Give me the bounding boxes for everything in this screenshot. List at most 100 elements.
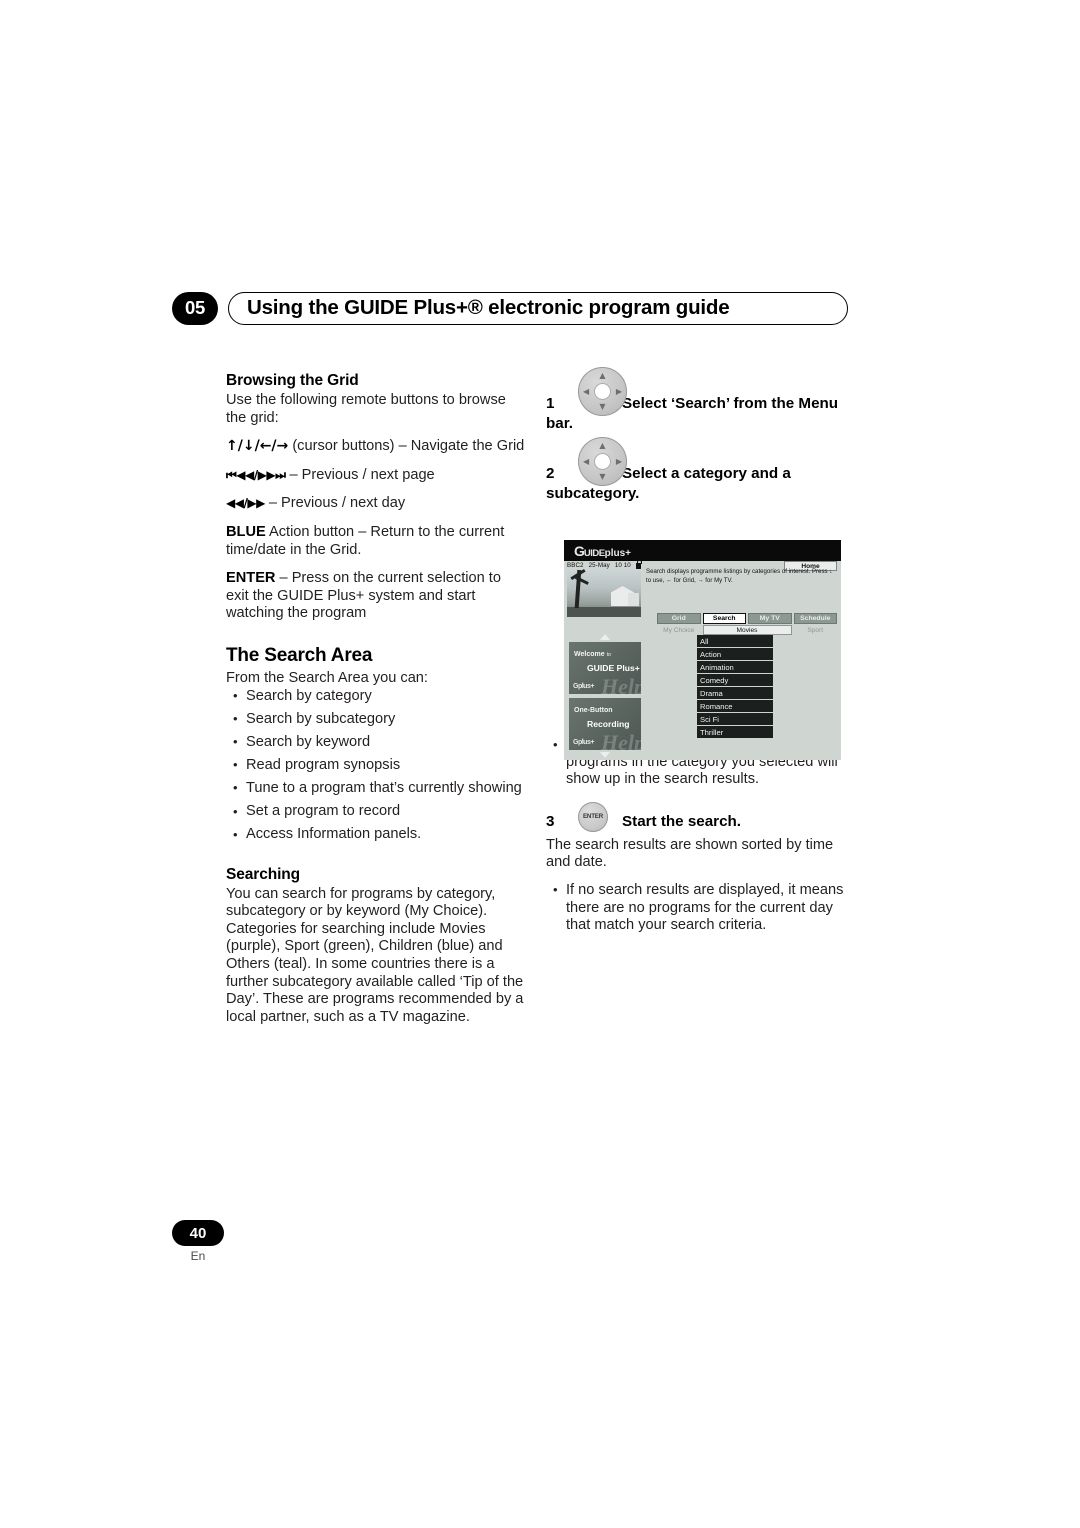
subtab-my-choice[interactable]: My Choice <box>657 625 701 635</box>
promo-logo: Gplus+ <box>573 739 594 746</box>
tv-channel-name: BBC2 <box>567 562 584 569</box>
logo-plus: plus+ <box>604 547 631 559</box>
arrow-left-icon: ◀ <box>583 456 590 466</box>
page-header: 05 Using the GUIDE Plus+® electronic pro… <box>172 291 848 325</box>
tv-menu-bar: Grid Search My TV Schedule <box>657 613 837 624</box>
promo-line-1: One-Button <box>574 707 613 714</box>
left-column: Browsing the Grid Use the following remo… <box>226 372 526 1037</box>
step-2-number: 2 <box>546 465 555 482</box>
tv-date: 25-May <box>588 562 610 569</box>
promo-panel-welcome[interactable]: Help Welcome to GUIDE Plus+ Gplus+ <box>569 642 641 694</box>
promo-line-1-small: to <box>606 652 612 658</box>
panel-scroll-down-icon[interactable] <box>600 752 610 758</box>
skip-prev-next-icon: ⏮◀◀/▶▶⏭ <box>226 467 286 482</box>
logo-uide: UIDE <box>583 547 605 559</box>
promo-line-2: Recording <box>587 719 630 729</box>
promo-line-1-main: Welcome <box>574 651 605 658</box>
tv-screenshot-figure: G UIDE plus+ BBC2 25-May 10 10 Home Search… <box>564 540 841 760</box>
step-3-text: Start the search. <box>622 812 742 830</box>
thumbnail-building-side <box>628 593 639 606</box>
search-area-bullet-list: Search by category Search by subcategory… <box>226 687 526 844</box>
prev-next-day-text: – Previous / next day <box>264 495 406 512</box>
step-1: ▲ ▼ ◀ ▶ 1 Select ‘Search’ from the Menu b… <box>546 367 850 432</box>
guide-plus-logo: G UIDE plus+ <box>574 543 631 559</box>
tv-preview-thumbnail <box>567 569 641 617</box>
blue-button-text: Action button – Return to the current ti… <box>226 523 505 558</box>
promo-panel-one-button-recording[interactable]: Help One-Button Recording Gplus+ <box>569 698 641 750</box>
promo-ghost-text: Help <box>601 674 641 694</box>
tv-category-list: All Action Animation Comedy Drama Romanc… <box>697 635 773 739</box>
tv-time: 10 10 <box>614 562 631 569</box>
page-number-badge: 40 <box>172 1220 224 1246</box>
tab-search[interactable]: Search <box>702 613 746 624</box>
prev-next-page-text: – Previous / next page <box>285 466 435 483</box>
tab-schedule[interactable]: Schedule <box>793 613 837 624</box>
tv-channel-info: BBC2 25-May 10 10 <box>567 559 642 569</box>
list-item: Search by keyword <box>226 733 526 752</box>
enter-key-label: ENTER <box>583 813 603 821</box>
arrow-left-icon: ◀ <box>583 386 590 396</box>
list-item: Tune to a program that’s currently showi… <box>226 779 526 798</box>
arrow-right-icon: ▶ <box>615 386 622 396</box>
cursor-buttons-line: ↑/↓/←/→ (cursor buttons) – Navigate the … <box>226 438 526 456</box>
promo-logo: Gplus+ <box>573 683 594 690</box>
chapter-number-badge: 05 <box>172 291 218 325</box>
subtab-sport[interactable]: Sport <box>794 625 838 635</box>
browsing-intro-text: Use the following remote buttons to brow… <box>226 392 506 426</box>
enter-key-icon: ENTER <box>578 801 608 832</box>
header-title-pill: Using the GUIDE Plus+® electronic progra… <box>228 291 848 325</box>
list-item: Set a program to record <box>226 803 526 821</box>
blue-button-line: BLUE Action button – Return to the curre… <box>226 524 526 559</box>
category-item-romance[interactable]: Romance <box>697 700 773 713</box>
heading-searching: Searching <box>226 865 301 883</box>
enter-button-line: ENTER – Press on the current selection t… <box>226 570 526 623</box>
heading-the-search-area: The Search Area <box>226 644 373 666</box>
page-footer: 40 En <box>172 1220 292 1263</box>
list-item: Search by category <box>226 687 526 706</box>
category-item-action[interactable]: Action <box>697 648 773 661</box>
category-item-drama[interactable]: Drama <box>697 687 773 700</box>
category-item-animation[interactable]: Animation <box>697 661 773 674</box>
rewind-forward-icon: ◀◀/▶▶ <box>226 496 265 511</box>
tv-subcategory-bar: My Choice Movies Sport <box>657 625 837 635</box>
thumbnail-ground <box>567 607 641 617</box>
category-item-thriller[interactable]: Thriller <box>697 726 773 739</box>
panel-scroll-up-icon[interactable] <box>600 634 610 640</box>
tab-my-tv[interactable]: My TV <box>748 613 792 624</box>
arrow-down-icon: ▼ <box>599 472 606 481</box>
page-language-label: En <box>190 1249 206 1263</box>
prev-next-day-line: ◀◀/▶▶ – Previous / next day <box>226 495 526 513</box>
document-page: 05 Using the GUIDE Plus+® electronic pro… <box>0 0 1080 1528</box>
promo-line-2: GUIDE Plus+ <box>587 663 640 673</box>
logo-g: G <box>574 542 585 559</box>
category-item-all[interactable]: All <box>697 635 773 648</box>
no-results-note-list: If no search results are displayed, it m… <box>546 881 850 935</box>
lock-icon <box>635 559 642 569</box>
list-item: Search by subcategory <box>226 710 526 729</box>
promo-ghost-text: Help <box>601 730 641 750</box>
cursor-arrows-icon: ↑/↓/←/→ <box>226 438 289 455</box>
tv-top-bar: G UIDE plus+ <box>564 540 841 561</box>
tv-description-text: Search displays programme listings by ca… <box>646 568 833 584</box>
arrow-right-icon: ▶ <box>615 456 622 466</box>
tab-grid[interactable]: Grid <box>657 613 701 624</box>
cursor-pad-icon: ▲ ▼ ◀ ▶ <box>578 367 627 416</box>
enter-button-label: ENTER <box>226 570 276 587</box>
step-3: ENTER 3 Start the search. <box>546 801 850 835</box>
arrow-up-icon: ▲ <box>599 441 606 450</box>
step-2: ▲ ▼ ◀ ▶ 2 Select a category and a subcate… <box>546 437 850 502</box>
step-1-number: 1 <box>546 395 555 412</box>
list-item: Access Information panels. <box>226 826 526 844</box>
cursor-buttons-text: (cursor buttons) – Navigate the Grid <box>288 438 525 455</box>
page-title: Using the GUIDE Plus+® electronic progra… <box>247 296 730 319</box>
searching-body-text: You can search for programs by category,… <box>226 885 524 1025</box>
category-item-sci-fi[interactable]: Sci Fi <box>697 713 773 726</box>
category-item-comedy[interactable]: Comedy <box>697 674 773 687</box>
arrow-up-icon: ▲ <box>599 371 606 380</box>
arrow-down-icon: ▼ <box>599 402 606 411</box>
list-item: Read program synopsis <box>226 756 526 775</box>
list-item: If no search results are displayed, it m… <box>546 881 850 935</box>
subtab-movies[interactable]: Movies <box>702 625 792 635</box>
cursor-pad-icon: ▲ ▼ ◀ ▶ <box>578 437 627 486</box>
heading-browsing-the-grid: Browsing the Grid <box>226 372 359 389</box>
